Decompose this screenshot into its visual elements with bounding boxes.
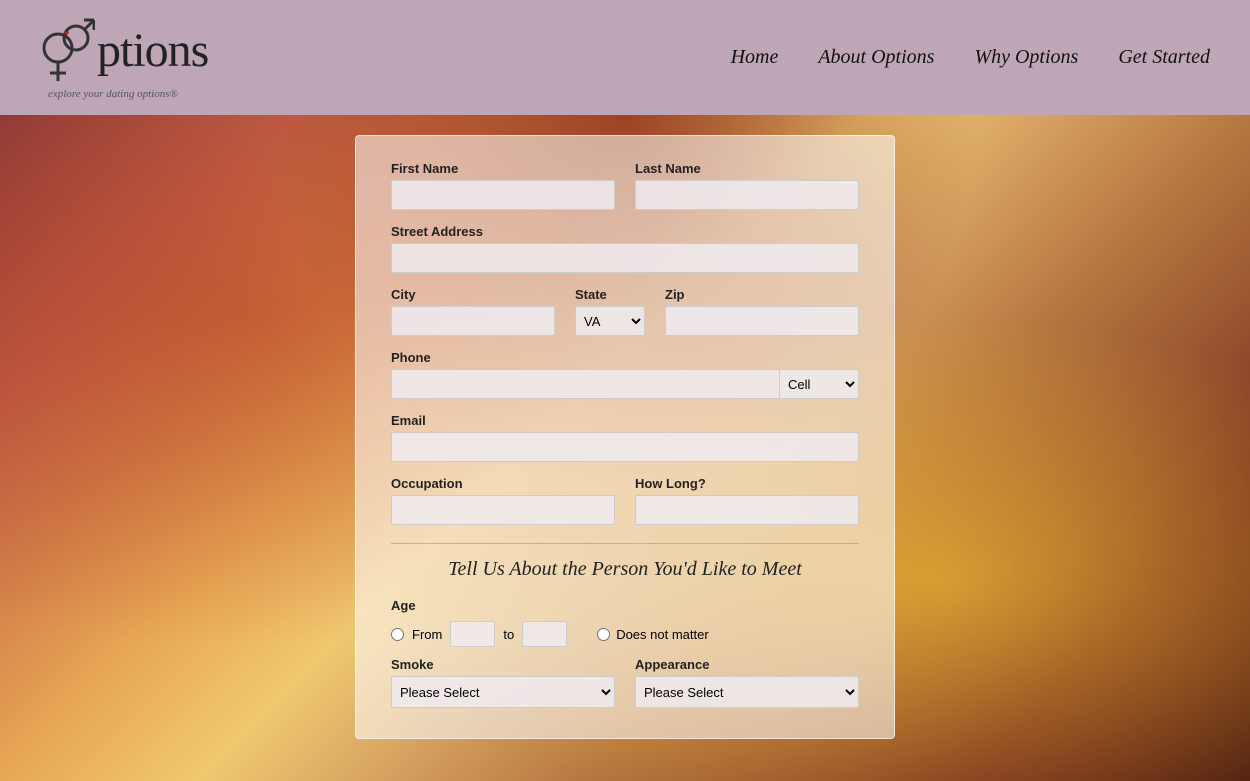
how-long-group: How Long? bbox=[635, 476, 859, 525]
age-to-label: to bbox=[503, 627, 514, 642]
phone-group: Phone Cell Home Work bbox=[391, 350, 859, 399]
age-from-label: From bbox=[412, 627, 442, 642]
nav-about[interactable]: About Options bbox=[818, 46, 934, 69]
phone-input[interactable] bbox=[391, 369, 779, 399]
city-input[interactable] bbox=[391, 306, 555, 336]
smoke-appearance-row: Smoke Please Select Yes No Occasionally … bbox=[391, 657, 859, 708]
logo-text: ptions bbox=[97, 23, 208, 78]
phone-label: Phone bbox=[391, 350, 859, 365]
logo-icon: ♥ bbox=[40, 16, 95, 86]
zip-input[interactable] bbox=[665, 306, 859, 336]
last-name-input[interactable] bbox=[635, 180, 859, 210]
logo: ♥ ptions bbox=[40, 16, 208, 86]
last-name-group: Last Name bbox=[635, 161, 859, 210]
smoke-label: Smoke bbox=[391, 657, 615, 672]
email-input[interactable] bbox=[391, 432, 859, 462]
street-address-group: Street Address bbox=[391, 224, 859, 273]
nav-why[interactable]: Why Options bbox=[974, 46, 1078, 69]
section-divider bbox=[391, 543, 859, 544]
email-group: Email bbox=[391, 413, 859, 462]
first-name-group: First Name bbox=[391, 161, 615, 210]
address-row: Street Address bbox=[391, 224, 859, 273]
nav-get-started[interactable]: Get Started bbox=[1118, 46, 1210, 69]
occupation-input[interactable] bbox=[391, 495, 615, 525]
logo-tagline: explore your dating options® bbox=[48, 88, 178, 100]
state-group: State VA ALAKAZAR CACOCTDE FLGAHIID ILIN… bbox=[575, 287, 645, 336]
state-label: State bbox=[575, 287, 645, 302]
page-body: First Name Last Name Street Address City… bbox=[0, 115, 1250, 781]
does-not-matter-radio[interactable] bbox=[597, 628, 610, 641]
how-long-label: How Long? bbox=[635, 476, 859, 491]
phone-input-row: Cell Home Work bbox=[391, 369, 859, 399]
email-label: Email bbox=[391, 413, 859, 428]
section-title: Tell Us About the Person You'd Like to M… bbox=[391, 558, 859, 581]
first-name-label: First Name bbox=[391, 161, 615, 176]
svg-text:♥: ♥ bbox=[65, 29, 70, 38]
age-from-group: From to bbox=[391, 621, 567, 647]
first-name-input[interactable] bbox=[391, 180, 615, 210]
zip-label: Zip bbox=[665, 287, 859, 302]
does-not-matter-group: Does not matter bbox=[597, 627, 709, 642]
age-section: Age From to Does not matter bbox=[391, 597, 859, 647]
age-label: Age bbox=[391, 598, 416, 613]
street-address-input[interactable] bbox=[391, 243, 859, 273]
zip-group: Zip bbox=[665, 287, 859, 336]
appearance-group: Appearance Please Select Average Athleti… bbox=[635, 657, 859, 708]
does-not-matter-label: Does not matter bbox=[616, 627, 709, 642]
city-label: City bbox=[391, 287, 555, 302]
phone-type-select[interactable]: Cell Home Work bbox=[779, 369, 859, 399]
age-range-radio[interactable] bbox=[391, 628, 404, 641]
street-address-label: Street Address bbox=[391, 224, 859, 239]
email-row: Email bbox=[391, 413, 859, 462]
last-name-label: Last Name bbox=[635, 161, 859, 176]
occupation-group: Occupation bbox=[391, 476, 615, 525]
site-header: ♥ ptions explore your dating options® Ho… bbox=[0, 0, 1250, 115]
registration-form: First Name Last Name Street Address City… bbox=[355, 135, 895, 739]
main-nav: Home About Options Why Options Get Start… bbox=[731, 46, 1210, 69]
logo-area: ♥ ptions explore your dating options® bbox=[40, 16, 208, 100]
city-group: City bbox=[391, 287, 555, 336]
phone-row-container: Phone Cell Home Work bbox=[391, 350, 859, 399]
city-state-zip-row: City State VA ALAKAZAR CACOCTDE FLGAHIID… bbox=[391, 287, 859, 336]
nav-home[interactable]: Home bbox=[731, 46, 779, 69]
appearance-select[interactable]: Please Select Average Athletic Slim Heav… bbox=[635, 676, 859, 708]
age-row: From to Does not matter bbox=[391, 621, 859, 647]
appearance-label: Appearance bbox=[635, 657, 859, 672]
age-from-input[interactable] bbox=[450, 621, 495, 647]
occupation-label: Occupation bbox=[391, 476, 615, 491]
occupation-row: Occupation How Long? bbox=[391, 476, 859, 525]
age-to-input[interactable] bbox=[522, 621, 567, 647]
name-row: First Name Last Name bbox=[391, 161, 859, 210]
how-long-input[interactable] bbox=[635, 495, 859, 525]
smoke-group: Smoke Please Select Yes No Occasionally bbox=[391, 657, 615, 708]
smoke-select[interactable]: Please Select Yes No Occasionally bbox=[391, 676, 615, 708]
state-select[interactable]: VA ALAKAZAR CACOCTDE FLGAHIID ILINIAKS K… bbox=[575, 306, 645, 336]
